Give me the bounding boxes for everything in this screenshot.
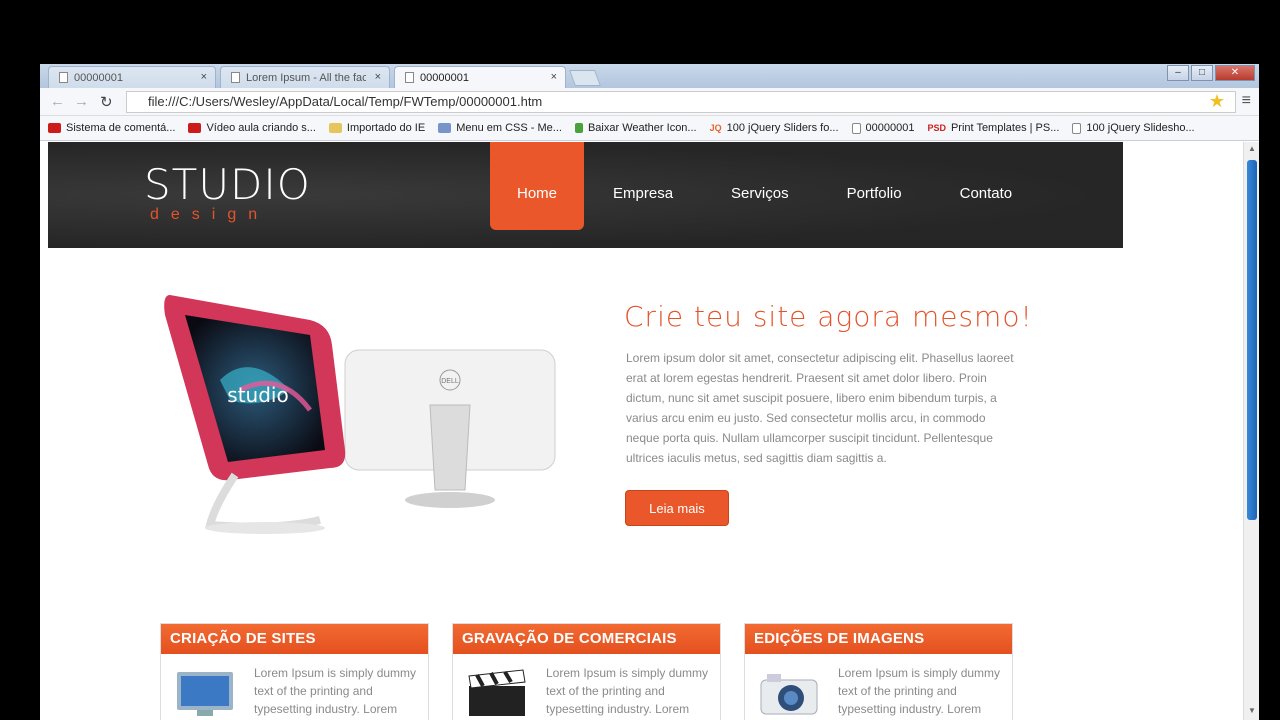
page-icon bbox=[1072, 122, 1082, 134]
scroll-up-icon[interactable]: ▲ bbox=[1246, 144, 1258, 156]
dell-logo: DELL bbox=[441, 378, 459, 385]
folder-icon bbox=[328, 123, 342, 133]
reload-icon[interactable]: ↻ bbox=[100, 93, 113, 111]
bookmark-label: Vídeo aula criando s... bbox=[206, 122, 316, 134]
menu-icon[interactable]: ≡ bbox=[1242, 92, 1251, 110]
close-icon[interactable]: × bbox=[201, 71, 207, 83]
tab-title: Lorem Ipsum - All the fact bbox=[246, 71, 366, 84]
clapperboard-icon bbox=[468, 669, 526, 716]
bookmark-item[interactable]: Sistema de comentá... bbox=[48, 122, 175, 134]
bookmark-item[interactable]: 00000001 bbox=[851, 122, 915, 134]
bookmark-item[interactable]: PSD Print Templates | PS... bbox=[927, 122, 1059, 134]
bookmark-label: Print Templates | PS... bbox=[950, 122, 1060, 134]
read-more-button[interactable]: Leia mais bbox=[625, 490, 729, 526]
bookmark-star-icon[interactable]: ★ bbox=[1209, 91, 1225, 112]
tab-3-active[interactable]: 00000001 × bbox=[394, 66, 566, 88]
page-viewport: STUDIO design Home Empresa Serviços Port… bbox=[40, 142, 1243, 720]
bookmark-item[interactable]: Baixar Weather Icon... bbox=[574, 122, 697, 134]
tab-title: 00000001 bbox=[74, 71, 123, 84]
page-icon bbox=[59, 72, 68, 83]
youtube-icon bbox=[48, 123, 61, 133]
nav-portfolio[interactable]: Portfolio bbox=[818, 142, 931, 230]
box-text: Lorem Ipsum is simply dummy text of the … bbox=[546, 666, 709, 716]
bookmark-item[interactable]: 100 jQuery Slidesho... bbox=[1072, 122, 1195, 134]
new-tab-button[interactable] bbox=[569, 70, 601, 86]
main-nav: Home Empresa Serviços Portfolio Contato bbox=[490, 142, 1041, 230]
camera-icon bbox=[760, 674, 818, 715]
close-icon[interactable]: × bbox=[551, 71, 557, 83]
back-icon[interactable]: ← bbox=[50, 93, 65, 110]
bookmark-label: Menu em CSS - Me... bbox=[456, 122, 562, 134]
scroll-down-icon[interactable]: ▼ bbox=[1246, 706, 1258, 718]
nav-home[interactable]: Home bbox=[490, 142, 585, 230]
maximize-icon[interactable]: □ bbox=[1191, 65, 1213, 81]
hero-title: Crie teu site agora mesmo! bbox=[624, 300, 1033, 333]
box-title[interactable]: GRAVAÇÃO DE COMERCIAIS bbox=[453, 624, 720, 654]
hero-computers-image: DELL studio bbox=[164, 295, 556, 534]
youtube-icon bbox=[188, 123, 202, 133]
logo-title[interactable]: STUDIO bbox=[144, 160, 311, 209]
bookmarks-bar: Sistema de comentá... Vídeo aula criando… bbox=[40, 116, 1259, 141]
browser-toolbar: ← → ↻ file:///C:/Users/Wesley/AppData/Lo… bbox=[40, 88, 1259, 116]
box-text: Lorem Ipsum is simply dummy text of the … bbox=[838, 666, 1001, 716]
window-close-icon[interactable]: ✕ bbox=[1215, 65, 1255, 81]
nav-servicos[interactable]: Serviços bbox=[702, 142, 818, 230]
tab-title: 00000001 bbox=[420, 71, 469, 84]
bookmark-label: 100 jQuery Slidesho... bbox=[1086, 122, 1195, 134]
bookmark-label: 00000001 bbox=[865, 122, 915, 134]
hero-text: Lorem ipsum dolor sit amet, consectetur … bbox=[626, 351, 1014, 465]
nav-empresa[interactable]: Empresa bbox=[584, 142, 702, 230]
lorem-ipsum-icon bbox=[231, 72, 240, 83]
download-icon bbox=[574, 123, 583, 133]
tab-1[interactable]: 00000001 × bbox=[48, 66, 216, 88]
jquery-icon: JQ bbox=[709, 123, 722, 133]
bookmark-label: Importado do IE bbox=[346, 122, 426, 134]
address-bar[interactable]: file:///C:/Users/Wesley/AppData/Local/Te… bbox=[126, 91, 1236, 113]
logo-subtitle: design bbox=[150, 206, 270, 223]
hero-image-text: studio bbox=[227, 383, 288, 407]
nav-contato[interactable]: Contato bbox=[931, 142, 1042, 230]
bookmark-item[interactable]: Importado do IE bbox=[328, 122, 426, 134]
feature-box-imagens: EDIÇÕES DE IMAGENS Lorem Ipsum is simply… bbox=[744, 623, 1013, 720]
bookmark-label: Sistema de comentá... bbox=[66, 122, 176, 134]
bookmark-label: Baixar Weather Icon... bbox=[587, 122, 697, 134]
box-title[interactable]: CRIAÇÃO DE SITES bbox=[161, 624, 428, 654]
box-text: Lorem Ipsum is simply dummy text of the … bbox=[254, 666, 417, 716]
scroll-thumb[interactable] bbox=[1247, 160, 1257, 520]
bookmark-item[interactable]: Vídeo aula criando s... bbox=[188, 122, 316, 134]
vertical-scrollbar[interactable]: ▲ ▼ bbox=[1243, 142, 1259, 720]
bookmark-item[interactable]: JQ 100 jQuery Sliders fo... bbox=[710, 122, 839, 134]
minimize-icon[interactable]: – bbox=[1167, 65, 1189, 81]
tab-bar: 00000001 × Lorem Ipsum - All the fact × … bbox=[40, 64, 1259, 88]
bookmark-label: 100 jQuery Sliders fo... bbox=[726, 122, 839, 134]
psd-icon: PSD bbox=[927, 123, 946, 133]
forward-icon[interactable]: → bbox=[74, 93, 89, 110]
site-header: STUDIO design Home Empresa Serviços Port… bbox=[48, 142, 1123, 248]
browser-window: 00000001 × Lorem Ipsum - All the fact × … bbox=[40, 64, 1259, 720]
page-icon bbox=[405, 72, 414, 83]
page-icon bbox=[851, 122, 861, 134]
bookmark-item[interactable]: Menu em CSS - Me... bbox=[438, 122, 562, 134]
monitor-icon bbox=[177, 672, 233, 716]
box-title[interactable]: EDIÇÕES DE IMAGENS bbox=[745, 624, 1012, 654]
feature-box-sites: CRIAÇÃO DE SITES Lorem Ipsum is simply d… bbox=[160, 623, 429, 720]
feature-box-comerciais: GRAVAÇÃO DE COMERCIAIS Lorem Ipsum is si… bbox=[452, 623, 721, 720]
tab-2[interactable]: Lorem Ipsum - All the fact × bbox=[220, 66, 390, 88]
cloud-icon bbox=[438, 123, 452, 133]
window-controls: – □ ✕ bbox=[1167, 65, 1255, 81]
close-icon[interactable]: × bbox=[375, 71, 381, 83]
